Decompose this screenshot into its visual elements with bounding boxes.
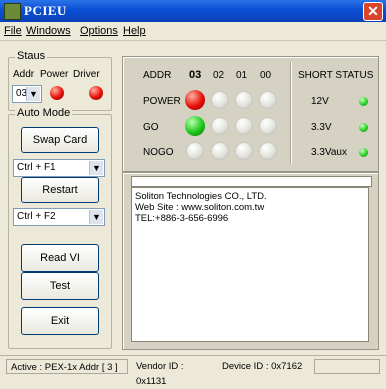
menu-bar: File Windows Options Help xyxy=(0,22,386,41)
window-title: PCIEU xyxy=(24,3,67,18)
status-active: Active : PEX-1x Addr [ 3 ] xyxy=(6,359,128,374)
go-led-01 xyxy=(235,117,253,135)
nogo-led-00 xyxy=(259,142,277,160)
go-led-00 xyxy=(259,117,277,135)
rail-3v3aux-led xyxy=(359,148,368,157)
menu-file[interactable]: File xyxy=(4,25,22,37)
row-label-power: POWER xyxy=(143,96,181,107)
menu-help[interactable]: Help xyxy=(123,25,146,37)
swap-hotkey-select[interactable]: Ctrl + F1 ▼ xyxy=(13,159,105,177)
rail-3v3aux-label: 3.3Vaux xyxy=(311,147,347,158)
addr-header: ADDR xyxy=(143,70,172,81)
status-device-id: Device ID : 0x7162 xyxy=(222,361,303,372)
go-led-03 xyxy=(185,116,205,136)
read-vi-button[interactable]: Read VI xyxy=(21,244,99,272)
go-led-02 xyxy=(211,117,229,135)
status-group: Staus Addr Power Driver 03 ▼ xyxy=(8,50,112,111)
test-button[interactable]: Test xyxy=(21,272,99,300)
addr-col-01: 01 xyxy=(236,70,248,81)
power-indicator xyxy=(50,86,64,100)
swap-card-button[interactable]: Swap Card xyxy=(21,127,99,153)
power-led-01 xyxy=(235,91,253,109)
addr-col-00: 00 xyxy=(260,70,272,81)
addr-label: Addr xyxy=(13,69,35,80)
addr-col-02: 02 xyxy=(213,70,225,81)
auto-mode-group: Auto Mode Swap Card Ctrl + F1 ▼ Restart … xyxy=(8,107,112,349)
rail-3v3-led xyxy=(359,123,368,132)
restart-hotkey-value: Ctrl + F2 xyxy=(17,211,56,222)
title-bar: PCIEU ✕ xyxy=(0,0,386,22)
restart-hotkey-select[interactable]: Ctrl + F2 ▼ xyxy=(13,208,105,226)
row-label-go: GO xyxy=(143,122,159,133)
info-line-website: Web Site : www.soliton.com.tw xyxy=(135,202,265,213)
chevron-down-icon[interactable]: ▼ xyxy=(89,210,103,224)
app-icon xyxy=(4,3,21,20)
chevron-down-icon[interactable]: ▼ xyxy=(26,87,40,101)
progress-bar xyxy=(131,176,372,187)
swap-hotkey-value: Ctrl + F1 xyxy=(17,162,56,173)
close-button[interactable]: ✕ xyxy=(363,2,383,21)
row-label-nogo: NOGO xyxy=(143,147,174,158)
info-line-company: Soliton Technologies CO., LTD. xyxy=(135,191,267,202)
power-label: Power xyxy=(40,69,69,80)
power-led-02 xyxy=(211,91,229,109)
menu-windows[interactable]: Windows xyxy=(26,25,71,37)
restart-button[interactable]: Restart xyxy=(21,177,99,203)
nogo-led-01 xyxy=(235,142,253,160)
power-led-03 xyxy=(185,90,205,110)
addr-select[interactable]: 03 ▼ xyxy=(12,85,42,103)
status-vendor-id: Vendor ID : 0x1131 xyxy=(136,361,184,387)
rail-12v-led xyxy=(359,97,368,106)
rail-12v-label: 12V xyxy=(311,96,329,107)
chevron-down-icon[interactable]: ▼ xyxy=(89,161,103,175)
rail-3v3-label: 3.3V xyxy=(311,122,332,133)
status-group-title: Staus xyxy=(15,50,48,62)
info-line-phone: TEL:+886-3-656-6996 xyxy=(135,213,229,224)
nogo-led-02 xyxy=(211,142,229,160)
info-panel: Soliton Technologies CO., LTD. Web Site … xyxy=(122,172,379,350)
status-bar: Active : PEX-1x Addr [ 3 ] Vendor ID : 0… xyxy=(0,355,386,387)
driver-indicator xyxy=(89,86,103,100)
info-textbox[interactable]: Soliton Technologies CO., LTD. Web Site … xyxy=(131,187,369,342)
status-empty-pane xyxy=(314,359,380,374)
menu-options[interactable]: Options xyxy=(80,25,118,37)
power-led-00 xyxy=(259,91,277,109)
panel-divider xyxy=(290,62,291,164)
auto-mode-title: Auto Mode xyxy=(15,107,73,119)
nogo-led-03 xyxy=(186,142,204,160)
short-status-title: SHORT STATUS xyxy=(298,70,374,81)
driver-label: Driver xyxy=(73,69,100,80)
status-panel: ADDR 03 02 01 00 POWER GO NOGO SHORT STA… xyxy=(122,56,379,172)
addr-col-03: 03 xyxy=(189,69,202,81)
exit-button[interactable]: Exit xyxy=(21,307,99,335)
